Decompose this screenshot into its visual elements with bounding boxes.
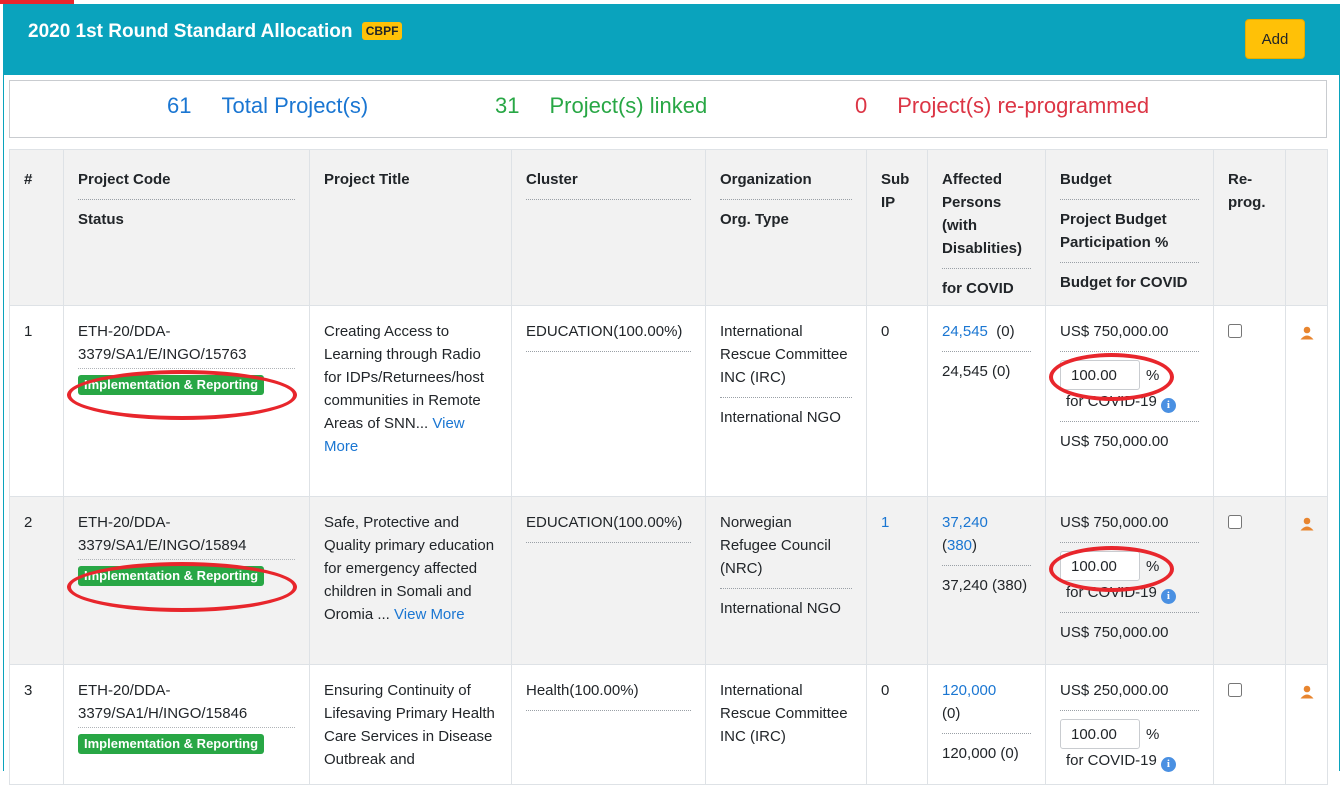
col-actions [1285,149,1328,306]
project-budget: US$ 750,000.00 [1060,320,1199,352]
affected-covid: 37,240 (380) [942,577,1028,594]
status-badge: Implementation & Reporting [78,375,265,395]
panel-header: 2020 1st Round Standard Allocation CBPF … [4,5,1339,75]
budget-covid: US$ 750,000.00 [1060,624,1169,641]
col-status-label: Status [78,211,124,228]
covid-label: for COVID-19 [1066,752,1157,769]
col-project-title[interactable]: Project Title [309,149,512,306]
col-budget-label: Budget [1060,168,1199,200]
table-header-row: # Project Code Status Project Title Clus… [9,149,1328,306]
cluster: EDUCATION(100.00%) [526,320,691,352]
project-title: Ensuring Continuity of Lifesaving Primar… [324,682,495,768]
percent-sign: % [1146,725,1160,743]
total-projects-count: 61 [167,93,192,118]
cbpf-badge: CBPF [361,22,403,40]
info-icon[interactable]: i [1160,589,1176,604]
table-row: 2 ETH-20/DDA-3379/SA1/E/INGO/15894 Imple… [9,496,1328,665]
col-reprog[interactable]: Re-prog. [1213,149,1286,306]
participation-input[interactable] [1060,719,1140,749]
affected-covid: 120,000 (0) [942,745,1019,762]
table-row: 1 ETH-20/DDA-3379/SA1/E/INGO/15763 Imple… [9,305,1328,497]
col-budget[interactable]: Budget Project Budget Participation % Bu… [1045,149,1214,306]
col-cluster-label: Cluster [526,168,691,200]
info-icon[interactable]: i [1160,757,1176,772]
col-organization-label: Organization [720,168,852,200]
covid-label: for COVID-19 [1066,584,1157,601]
affected-disabilities: (0) [942,705,961,722]
col-project-budget-label: Project Budget [1060,211,1167,228]
add-button[interactable]: Add [1245,19,1305,59]
col-participation-label: Participation % [1060,231,1199,263]
org-type: International NGO [720,600,841,617]
col-affected-persons[interactable]: Affected Persons (with Disablities) for … [927,149,1046,306]
sub-ip: 0 [866,664,928,785]
row-num: 1 [9,305,64,497]
project-code: ETH-20/DDA-3379/SA1/E/INGO/15763 [78,323,247,363]
sub-ip: 0 [866,305,928,497]
reprog-checkbox[interactable] [1228,515,1242,529]
participation-input[interactable] [1060,551,1140,581]
projects-table: # Project Code Status Project Title Clus… [9,149,1328,785]
project-budget: US$ 250,000.00 [1060,679,1199,711]
percent-sign: % [1146,366,1160,384]
cluster: Health(100.00%) [526,679,691,711]
reprog-checkbox[interactable] [1228,683,1242,697]
sub-ip-link[interactable]: 1 [881,514,889,531]
linked-projects-count: 31 [495,93,520,118]
affected-persons-link[interactable]: 37,240 [942,514,988,531]
row-num: 2 [9,496,64,665]
affected-persons-link[interactable]: 24,545 [942,323,988,340]
covid-label: for COVID-19 [1066,393,1157,410]
status-badge: Implementation & Reporting [78,566,265,586]
row-num: 3 [9,664,64,785]
organization: International Rescue Committee INC (IRC) [720,682,848,745]
user-icon[interactable] [1300,515,1314,538]
user-icon[interactable] [1300,324,1314,347]
col-budget-covid-label: Budget for COVID [1060,274,1188,291]
col-organization[interactable]: Organization Org. Type [705,149,867,306]
col-org-type-label: Org. Type [720,211,789,228]
info-icon[interactable]: i [1160,398,1176,413]
col-project-code[interactable]: Project Code Status [63,149,310,306]
total-projects-label: Total Project(s) [221,93,369,118]
affected-covid: 24,545 (0) [942,363,1011,380]
col-project-code-label: Project Code [78,168,295,200]
percent-sign: % [1146,557,1160,575]
project-code: ETH-20/DDA-3379/SA1/E/INGO/15894 [78,514,247,554]
reprogrammed-projects-count: 0 [855,93,868,118]
view-more-link[interactable]: View More [394,606,465,623]
affected-disabilities: (0) [996,323,1015,340]
table-row: 3 ETH-20/DDA-3379/SA1/H/INGO/15846 Imple… [9,664,1328,785]
project-code: ETH-20/DDA-3379/SA1/H/INGO/15846 [78,682,248,722]
total-projects-summary: 61 Total Project(s) [167,93,368,119]
org-type: International NGO [720,409,841,426]
linked-projects-label: Project(s) linked [549,93,708,118]
participation-input[interactable] [1060,360,1140,390]
col-sub-ip[interactable]: Sub IP [866,149,928,306]
organization: International Rescue Committee INC (IRC) [720,320,852,398]
project-summary: 61 Total Project(s) 31 Project(s) linked 0… [9,80,1327,138]
budget-covid: US$ 750,000.00 [1060,433,1169,450]
reprogrammed-projects-label: Project(s) re-programmed [897,93,1150,118]
affected-disabilities-link[interactable]: 380 [947,537,972,554]
affected-persons-link[interactable]: 120,000 [942,682,996,699]
allocation-title: 2020 1st Round Standard Allocation [28,21,353,42]
reprog-checkbox[interactable] [1228,324,1242,338]
linked-projects-summary: 31 Project(s) linked [495,93,707,119]
panel-title: 2020 1st Round Standard Allocation CBPF [28,21,403,43]
status-badge: Implementation & Reporting [78,734,265,754]
col-num: # [9,149,64,306]
col-cluster[interactable]: Cluster [511,149,706,306]
cluster: EDUCATION(100.00%) [526,511,691,543]
reprogrammed-projects-summary: 0 Project(s) re-programmed [855,93,1149,119]
user-icon[interactable] [1300,683,1314,706]
organization: Norwegian Refugee Council (NRC) [720,511,852,589]
col-affected-label: Affected Persons (with Disablities) [942,168,1031,269]
project-budget: US$ 750,000.00 [1060,511,1199,543]
col-affected-covid-label: for COVID [942,280,1014,297]
